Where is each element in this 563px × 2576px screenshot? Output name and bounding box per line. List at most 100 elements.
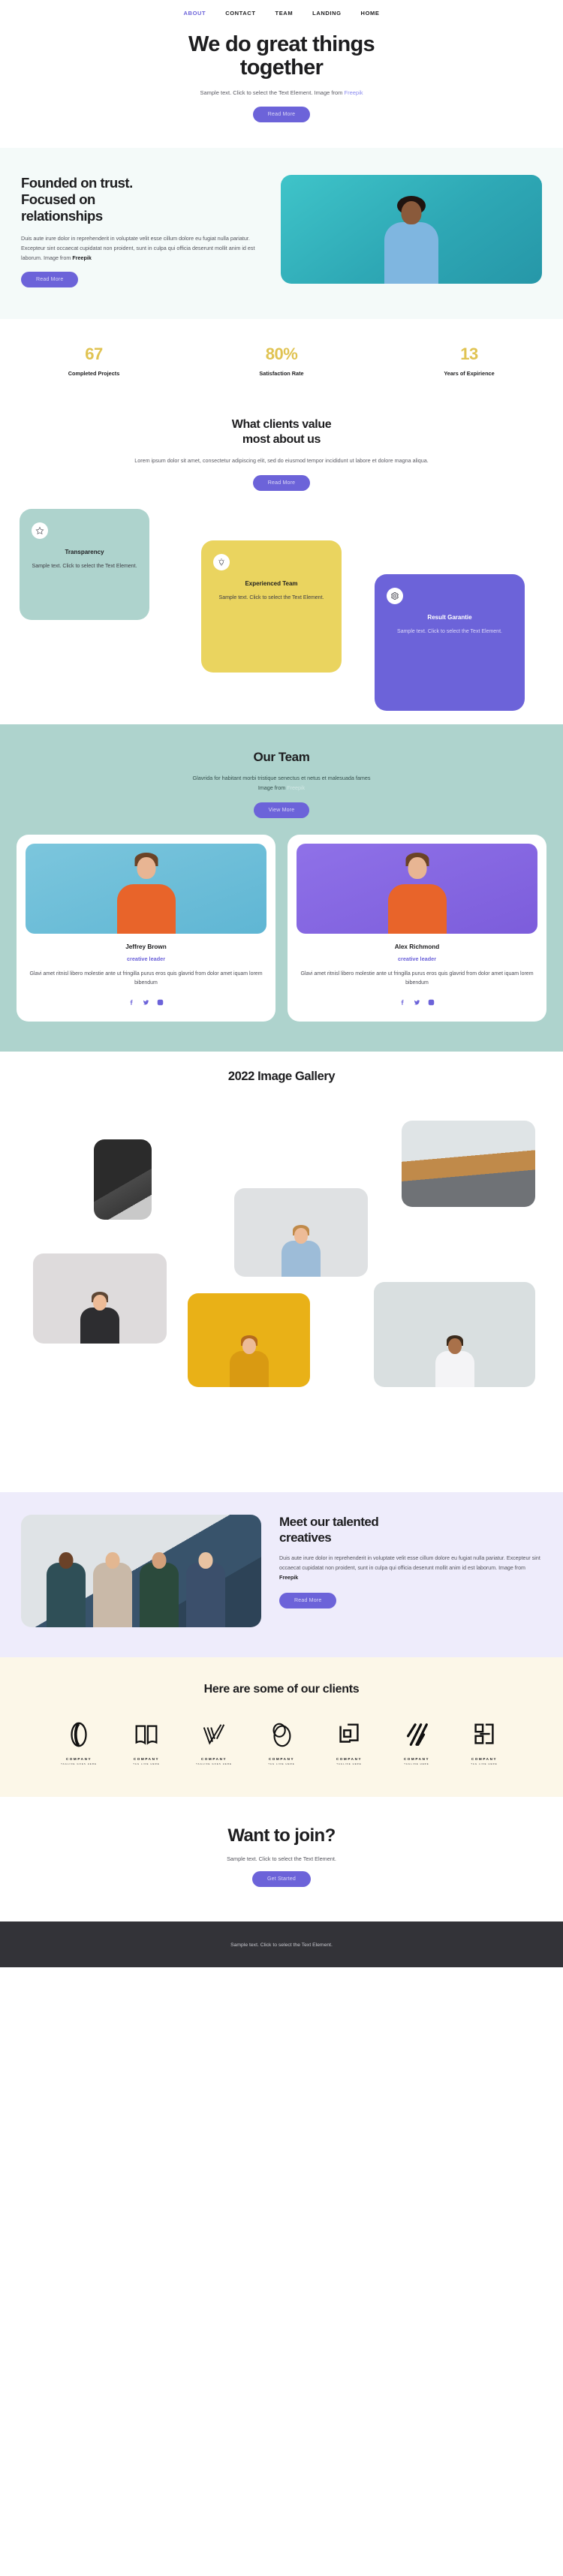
nav-item-home[interactable]: HOME	[361, 10, 380, 17]
value-card-text: Sample text. Click to select the Text El…	[218, 595, 324, 601]
value-card-text: Sample text. Click to select the Text El…	[32, 564, 137, 570]
instagram-icon[interactable]	[428, 996, 435, 1010]
twitter-icon[interactable]	[414, 996, 420, 1010]
nav-item-contact[interactable]: CONTACT	[225, 10, 255, 17]
gallery-section: 2022 Image Gallery	[0, 1052, 563, 1493]
star-icon	[32, 522, 48, 540]
nav-item-team[interactable]: TEAM	[275, 10, 294, 17]
value-card-title: Experienced Team	[245, 580, 298, 588]
value-card-experienced-team[interactable]: Experienced Team Sample text. Click to s…	[201, 540, 342, 673]
meet-creatives-section: Meet our talented creatives Duis aute ir…	[0, 1492, 563, 1658]
cta-get-started-button[interactable]: Get Started	[252, 1871, 311, 1888]
founded-text-block: Founded on trust. Focused on relationshi…	[21, 175, 261, 288]
team-section: Our Team Glavrida for habitant morbi tri…	[0, 724, 563, 1052]
hero-subtitle-text: Sample text. Click to select the Text El…	[200, 89, 345, 97]
team-member-card[interactable]: Jeffrey Brown creative leader Glavi amet…	[17, 834, 275, 1022]
hero-title-wrap: We do great things together	[188, 29, 389, 80]
meet-creatives-text: Meet our talented creatives Duis aute ir…	[279, 1515, 542, 1608]
team-member-role: creative leader	[397, 955, 437, 962]
hero-title-line1: We do great things	[188, 32, 375, 56]
team-member-socials	[297, 996, 537, 1010]
gallery-image-woman-blue-shirt[interactable]	[234, 1188, 368, 1277]
founded-title-line2: Focused on	[21, 191, 95, 207]
client-logo[interactable]: COMPANY TAGLINE GOES HERE	[188, 1720, 240, 1765]
clients-logos: COMPANY TAGLINE GOES HERE COMPANY TAG LI…	[0, 1720, 563, 1765]
client-logo-name: COMPANY	[65, 1757, 92, 1762]
hero-title: We do great things together	[188, 32, 375, 80]
stat-label: Completed Projects	[68, 370, 120, 378]
double-oval-icon	[272, 1723, 291, 1747]
team-member-card[interactable]: Alex Richmond creative leader Glavi amet…	[288, 834, 546, 1022]
values-read-more-button[interactable]: Read More	[252, 475, 311, 492]
client-logo[interactable]: COMPANY TAG LINE HERE	[255, 1720, 308, 1765]
client-logo-tagline: TAG LINE HERE	[471, 1762, 498, 1766]
cta-title-wrap: Want to join?	[227, 1820, 417, 1848]
team-member-role: creative leader	[126, 955, 166, 962]
values-title-wrap: What clients value most about us	[232, 414, 357, 447]
founded-photo	[281, 175, 542, 284]
hero-subtitle: Sample text. Click to select the Text El…	[0, 89, 563, 98]
meet-read-more-button[interactable]: Read More	[279, 1592, 337, 1608]
gallery-image-surprised-woman-yellow[interactable]	[188, 1293, 310, 1388]
cta-title: Want to join?	[227, 1825, 336, 1846]
team-title: Our Team	[253, 750, 310, 765]
gallery-title: 2022 Image Gallery	[227, 1070, 336, 1084]
team-view-more-button[interactable]: View More	[253, 802, 310, 818]
stat-value: 80%	[265, 345, 298, 364]
instagram-icon[interactable]	[157, 996, 164, 1010]
stat-completed-projects: 67 Completed Projects	[0, 345, 188, 377]
nav-item-about[interactable]: ABOUT	[184, 10, 206, 17]
team-member-name: Jeffrey Brown	[125, 943, 167, 950]
client-logo-name: COMPANY	[471, 1757, 498, 1762]
hero-freepik-link[interactable]: Freepik	[345, 89, 363, 96]
client-logo[interactable]: COMPANY TAG LINE HERE	[458, 1720, 510, 1765]
values-title-line2: most about us	[242, 433, 321, 447]
stat-label: Years of Expirience	[444, 370, 495, 378]
stats-section: 67 Completed Projects 80% Satisfaction R…	[0, 319, 563, 405]
team-member-bio: Glavi amet ritnisl libero molestie ante …	[300, 971, 534, 986]
client-logo-tagline: TAGLINE GOES HERE	[61, 1762, 97, 1766]
gallery-image-woman-laptop[interactable]	[374, 1282, 535, 1388]
gallery-image-conference-room[interactable]	[402, 1121, 535, 1208]
facebook-icon[interactable]	[128, 996, 135, 1010]
squares-icon	[339, 1723, 359, 1744]
stat-satisfaction-rate: 80% Satisfaction Rate	[188, 345, 375, 377]
footer-text: Sample text. Click to select the Text El…	[230, 1943, 333, 1949]
value-card-text: Sample text. Click to select the Text El…	[397, 629, 502, 635]
client-logo[interactable]: COMPANY TAG LINE HERE	[120, 1720, 173, 1765]
page-root: ABOUT CONTACT TEAM LANDING HOME We do gr…	[0, 0, 563, 1968]
gallery-image-dark-wall[interactable]	[94, 1139, 152, 1220]
founded-body-text: Duis aute irure dolor in reprehenderit i…	[21, 234, 255, 262]
founded-person-illustration	[382, 194, 441, 284]
team-members-grid: Jeffrey Brown creative leader Glavi amet…	[0, 834, 563, 1022]
client-logo[interactable]: COMPANY TAGLINE HERE	[323, 1720, 375, 1765]
twitter-icon[interactable]	[143, 996, 149, 1010]
founded-read-more-button[interactable]: Read More	[21, 272, 79, 288]
gallery-image-man-black-shirt[interactable]	[33, 1253, 167, 1344]
slanted-bars-icon	[406, 1723, 428, 1747]
client-logo[interactable]: COMPANY TAGLINE HERE	[390, 1720, 443, 1765]
client-logo-name: COMPANY	[268, 1757, 295, 1762]
value-card-result-garantie[interactable]: Result Garantie Sample text. Click to se…	[375, 574, 525, 712]
oval-loop-icon	[71, 1723, 87, 1747]
client-logo[interactable]: COMPANY TAGLINE GOES HERE	[53, 1720, 105, 1765]
client-logo-tagline: TAG LINE HERE	[268, 1762, 295, 1766]
client-logo-name: COMPANY	[133, 1757, 160, 1762]
values-section: What clients value most about us Lorem i…	[0, 404, 563, 725]
client-logo-tagline: TAGLINE HERE	[404, 1762, 429, 1766]
meet-title-line2: creatives	[279, 1530, 332, 1545]
nav-item-landing[interactable]: LANDING	[312, 10, 341, 17]
open-book-icon	[135, 1725, 158, 1746]
value-card-title: Transparency	[65, 549, 104, 556]
stat-label: Satisfaction Rate	[259, 370, 304, 378]
value-card-transparency[interactable]: Transparency Sample text. Click to selec…	[20, 509, 149, 621]
team-lead-line2: Image from	[257, 784, 288, 791]
team-freepik-link[interactable]: Freepik	[287, 784, 305, 791]
founded-title-line3: relationships	[21, 207, 103, 224]
clients-section: Here are some of our clients COMPANY TAG…	[0, 1657, 563, 1798]
client-logo-tagline: TAGLINE GOES HERE	[196, 1762, 232, 1766]
facebook-icon[interactable]	[399, 996, 406, 1010]
team-member-name: Alex Richmond	[394, 943, 440, 950]
stat-value: 13	[460, 345, 478, 364]
hero-read-more-button[interactable]: Read More	[252, 107, 311, 123]
